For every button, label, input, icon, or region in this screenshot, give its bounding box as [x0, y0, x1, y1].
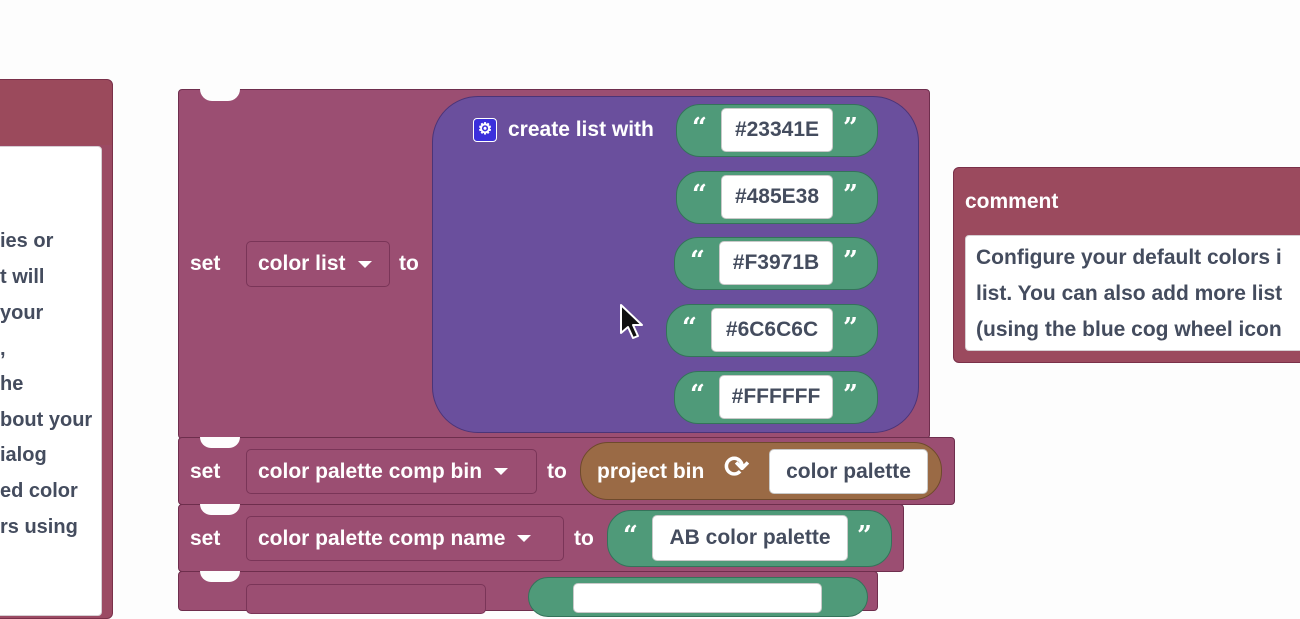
- open-quote-icon: “: [692, 180, 707, 210]
- project-bin-label: project bin: [597, 460, 705, 483]
- set-keyword: set: [190, 252, 221, 275]
- close-quote-icon: ”: [843, 180, 858, 210]
- comment-line: Configure your default colors i: [976, 246, 1282, 269]
- block-notch: [200, 437, 240, 448]
- color-value-field[interactable]: #FFFFFF: [719, 375, 833, 419]
- to-keyword: to: [574, 527, 594, 550]
- dropdown-arrow-icon: [494, 468, 509, 475]
- left-comment-line: he: [0, 373, 24, 395]
- dropdown-label: color palette comp name: [258, 526, 506, 550]
- set-keyword: set: [190, 527, 221, 550]
- left-comment-line: ies or: [0, 230, 54, 252]
- open-quote-icon: “: [682, 313, 697, 343]
- left-comment-line: bout your: [0, 409, 93, 431]
- open-quote-icon: “: [623, 521, 638, 551]
- color-value-field[interactable]: #F3971B: [719, 241, 833, 285]
- color-list-variable-dropdown[interactable]: color list: [246, 241, 390, 287]
- to-keyword: to: [547, 460, 567, 483]
- close-quote-icon: ”: [843, 113, 858, 143]
- next-variable-dropdown[interactable]: [246, 584, 486, 614]
- set-keyword: set: [190, 460, 221, 483]
- left-comment-line: ,: [0, 338, 6, 360]
- dropdown-arrow-icon: [517, 535, 532, 542]
- dropdown-arrow-icon: [357, 260, 372, 268]
- comp-name-variable-dropdown[interactable]: color palette comp name: [246, 516, 564, 561]
- color-value-field[interactable]: #6C6C6C: [711, 308, 833, 352]
- close-quote-icon: ”: [857, 521, 872, 551]
- bin-value-field[interactable]: color palette: [769, 449, 928, 494]
- mouse-pointer-icon: [620, 304, 643, 339]
- open-quote-icon: “: [690, 246, 705, 276]
- close-quote-icon: ”: [843, 380, 858, 410]
- cog-wheel-icon[interactable]: ⚙: [473, 118, 497, 142]
- dropdown-label: color list: [258, 252, 346, 275]
- left-comment-line: your: [0, 302, 44, 324]
- close-quote-icon: ”: [843, 246, 858, 276]
- refresh-icon[interactable]: ⟳: [724, 450, 749, 485]
- close-quote-icon: ”: [843, 313, 858, 343]
- color-value-field[interactable]: #23341E: [721, 108, 833, 152]
- comment-line: list. You can also add more list: [976, 282, 1283, 305]
- open-quote-icon: “: [692, 113, 707, 143]
- comp-name-value-field[interactable]: AB color palette: [652, 515, 848, 561]
- left-comment-line: ialog: [0, 444, 47, 466]
- comment-title: comment: [965, 190, 1059, 213]
- left-comment-header[interactable]: [0, 80, 112, 145]
- color-value-field[interactable]: #485E38: [721, 175, 833, 219]
- open-quote-icon: “: [690, 380, 705, 410]
- create-list-label: create list with: [508, 118, 654, 141]
- block-notch: [200, 571, 240, 582]
- left-comment-line: t will: [0, 266, 45, 288]
- comment-line: (using the blue cog wheel icon: [976, 318, 1282, 341]
- dropdown-label: color palette comp bin: [258, 459, 483, 483]
- left-comment-line: ed color: [0, 480, 78, 502]
- next-value-field[interactable]: [573, 583, 822, 613]
- to-keyword: to: [399, 252, 419, 275]
- block-notch: [200, 504, 240, 515]
- comp-bin-variable-dropdown[interactable]: color palette comp bin: [246, 449, 537, 494]
- left-comment-line: rs using: [0, 516, 78, 538]
- block-notch: [200, 89, 240, 101]
